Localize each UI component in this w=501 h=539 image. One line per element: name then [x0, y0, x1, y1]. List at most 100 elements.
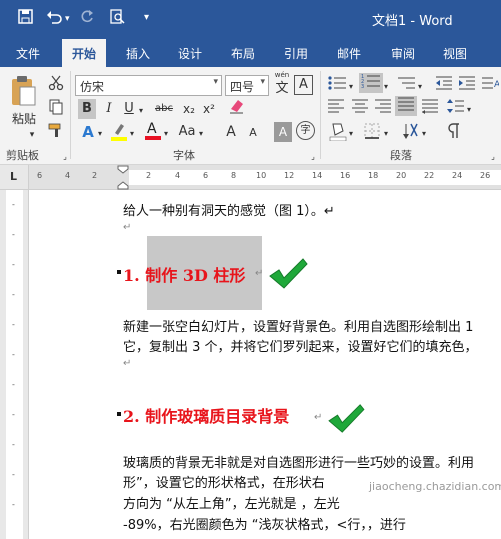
chevron-down-icon[interactable]: ▾ — [137, 101, 145, 121]
chevron-down-icon[interactable]: ▾ — [416, 77, 424, 97]
show-formatting-icon[interactable] — [444, 122, 464, 142]
ruler-tick: 2 — [146, 171, 152, 180]
grow-font-button[interactable]: A — [222, 122, 240, 142]
borders-icon[interactable] — [362, 122, 382, 142]
print-preview-icon[interactable] — [110, 9, 125, 28]
save-icon[interactable] — [18, 9, 33, 28]
vertical-ruler-tick: - — [12, 350, 15, 359]
numbering-icon[interactable]: 123 — [359, 73, 383, 93]
redo-icon[interactable] — [80, 9, 95, 28]
watermark-text: jiaocheng.chazidian.com — [369, 480, 501, 493]
svg-text:A: A — [147, 121, 157, 137]
vertical-ruler-tick: - — [12, 380, 15, 389]
horizontal-ruler[interactable]: 6 4 2 2 4 6 8 10 12 14 16 18 20 22 24 26 — [29, 165, 501, 190]
tab-references[interactable]: 引用 — [284, 45, 308, 62]
underline-button[interactable]: U — [122, 99, 136, 119]
font-launcher-icon[interactable]: ⌟ — [308, 147, 318, 167]
tab-view[interactable]: 视图 — [443, 45, 467, 62]
bold-button[interactable]: B — [78, 99, 96, 119]
strikethrough-button[interactable]: abc — [151, 99, 177, 119]
tab-design[interactable]: 设计 — [178, 45, 202, 62]
chevron-down-icon[interactable]: ▾ — [128, 124, 136, 144]
format-painter-icon[interactable] — [47, 122, 65, 142]
phonetic-guide-button[interactable]: 文 — [273, 79, 291, 99]
undo-dropdown-icon[interactable]: ▾ — [65, 14, 70, 24]
paragraph-launcher-icon[interactable]: ⌟ — [488, 147, 498, 167]
chinese-layout-icon[interactable]: A — [480, 75, 501, 95]
sort-icon[interactable] — [400, 122, 422, 142]
customize-quick-access-icon[interactable]: ▾ — [144, 12, 149, 23]
cut-icon[interactable] — [47, 75, 65, 95]
align-center-icon[interactable] — [350, 98, 370, 118]
tab-insert[interactable]: 插入 — [126, 45, 150, 62]
clear-formatting-icon[interactable] — [228, 97, 246, 117]
distributed-icon[interactable] — [420, 98, 440, 118]
tab-home[interactable]: 开始 — [62, 39, 107, 67]
paste-dropdown-icon[interactable]: ▾ — [22, 125, 42, 145]
shading-icon[interactable] — [328, 121, 348, 142]
chevron-down-icon[interactable]: ▾ — [382, 124, 390, 144]
chevron-down-icon[interactable]: ▾ — [382, 77, 390, 97]
chevron-down-icon[interactable]: ▾ — [162, 124, 170, 144]
document-page[interactable]: 给人一种别有洞天的感觉（图 1）。↵ ↵ 1. 制作 3D 柱形 ↵ 新建一张空… — [29, 190, 501, 539]
ruler-tick: 2 — [92, 171, 98, 180]
change-case-button[interactable]: Aa — [176, 122, 198, 142]
chevron-down-icon[interactable]: ▾ — [197, 124, 205, 144]
font-name-combo[interactable]: 仿宋 ▾ — [75, 75, 222, 96]
vertical-ruler-tick: - — [12, 500, 15, 509]
paragraph-line: 新建一张空白幻灯片，设置好背景色。利用自选图形绘制出 1 — [123, 320, 474, 335]
vertical-ruler-tick: - — [12, 320, 15, 329]
chevron-down-icon[interactable]: ▾ — [260, 77, 265, 87]
paste-icon[interactable] — [8, 75, 38, 109]
multilevel-list-icon[interactable] — [395, 75, 417, 95]
paragraph-mark: ↵ — [255, 268, 264, 279]
ruler-tick: 6 — [203, 171, 209, 180]
font-size-combo[interactable]: 四号 ▾ — [225, 75, 269, 96]
copy-icon[interactable] — [47, 99, 65, 119]
tab-mailings[interactable]: 邮件 — [337, 45, 361, 62]
tab-file[interactable]: 文件 — [16, 45, 40, 62]
line-spacing-icon[interactable] — [446, 98, 466, 118]
bullets-icon[interactable] — [326, 75, 348, 95]
shrink-font-button[interactable]: A — [245, 123, 261, 143]
vertical-ruler-tick: - — [12, 440, 15, 449]
vertical-ruler-tick: - — [12, 230, 15, 239]
character-border-button[interactable]: A — [294, 75, 313, 95]
tab-review[interactable]: 审阅 — [391, 45, 415, 62]
superscript-button[interactable]: x² — [200, 99, 218, 119]
tab-selector[interactable]: L — [0, 165, 29, 190]
chevron-down-icon[interactable]: ▾ — [420, 124, 428, 144]
svg-text:3: 3 — [361, 84, 364, 89]
paragraph-line: 给人一种别有洞天的感觉（图 1）。↵ — [123, 204, 335, 219]
text-effects-button[interactable]: A — [78, 122, 98, 142]
increase-indent-icon[interactable] — [457, 75, 477, 95]
align-left-icon[interactable] — [326, 98, 346, 118]
chevron-down-icon[interactable]: ▾ — [347, 77, 355, 97]
list-marker — [117, 412, 121, 416]
paragraph-line: 它，复制出 3 个，并将它们罗列起来，设置好它们的填充色， — [123, 340, 478, 355]
tab-stop-icon: L — [10, 170, 18, 183]
align-right-icon[interactable] — [373, 98, 393, 118]
decrease-indent-icon[interactable] — [434, 75, 454, 95]
italic-button[interactable]: I — [102, 99, 116, 119]
highlight-icon[interactable] — [110, 121, 128, 141]
chevron-down-icon[interactable]: ▾ — [96, 124, 104, 144]
ruler-tick: 4 — [65, 171, 71, 180]
vertical-ruler[interactable]: - - - - - - - - - - - — [0, 190, 29, 539]
justify-icon[interactable] — [395, 96, 417, 116]
enclose-characters-button[interactable]: 字 — [296, 121, 315, 140]
tab-layout[interactable]: 布局 — [231, 45, 255, 62]
checkmark-icon — [328, 404, 365, 433]
character-shading-button[interactable]: A — [274, 122, 292, 142]
chevron-down-icon[interactable]: ▾ — [347, 124, 355, 144]
undo-icon[interactable] — [46, 9, 62, 28]
subscript-button[interactable]: x₂ — [180, 99, 198, 119]
indent-marker-icon[interactable] — [117, 165, 129, 190]
clipboard-launcher-icon[interactable]: ⌟ — [60, 147, 70, 167]
chevron-down-icon[interactable]: ▾ — [213, 77, 218, 87]
font-color-button[interactable]: A — [144, 120, 162, 140]
chevron-down-icon[interactable]: ▾ — [465, 100, 473, 120]
ribbon-tabs: 文件 开始 插入 设计 布局 引用 邮件 审阅 视图 — [0, 37, 501, 67]
paragraph-line: -89%，右光圈颜色为 “浅灰状格式，<行，，进行 — [123, 518, 406, 533]
ruler-tick: 10 — [256, 171, 267, 180]
